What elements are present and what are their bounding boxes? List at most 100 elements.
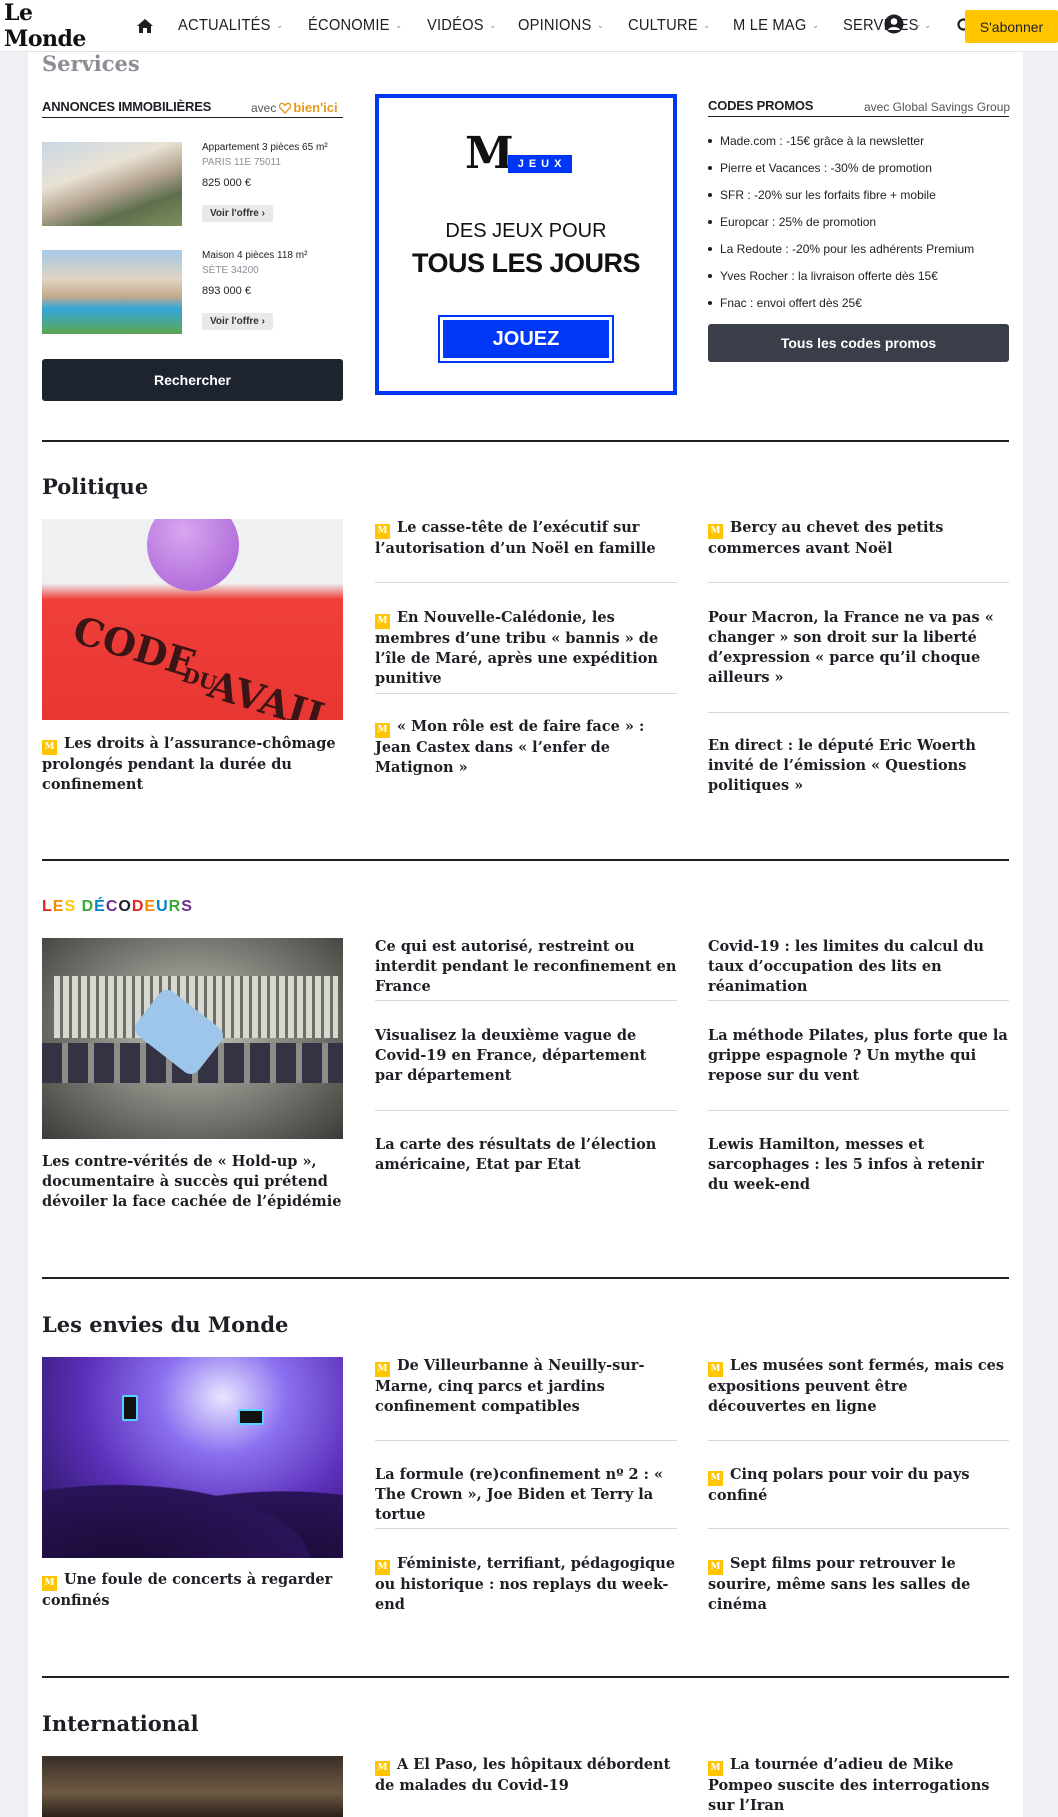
view-offer-button[interactable]: Voir l'offre › — [202, 205, 273, 222]
article-image-mask[interactable] — [42, 938, 343, 1139]
section-title-les-envies-du-monde[interactable]: Les envies du Monde — [42, 1312, 288, 1337]
article-headline[interactable]: M « Mon rôle est de faire face » : Jean C… — [375, 717, 677, 778]
promo-item[interactable]: SFR : -20% sur les forfaits fibre + mobi… — [708, 188, 936, 202]
decodeurs-letter: R — [168, 898, 182, 915]
article-headline[interactable]: M Le casse-tête de l’exécutif sur l’autor… — [375, 518, 677, 559]
play-button[interactable]: JOUEZ — [438, 315, 614, 363]
article-headline[interactable]: En direct : le député Eric Woerth invité… — [708, 736, 1009, 796]
subscribe-button[interactable]: S'abonner — [965, 10, 1058, 43]
listing-title[interactable]: Maison 4 pièces 118 m² — [202, 250, 307, 261]
listing-location: SÈTE 34200 — [202, 265, 259, 276]
chevron-down-icon: ⌄ — [276, 20, 284, 30]
premium-badge-icon: M — [708, 1470, 723, 1486]
decodeurs-label: LES DÉCODEURS — [42, 898, 193, 915]
article-headline[interactable]: M Féministe, terrifiant, pédagogique ou h… — [375, 1554, 677, 1615]
promo-item[interactable]: Europcar : 25% de promotion — [708, 215, 876, 229]
listing-price: 893 000 € — [202, 285, 251, 297]
separator — [708, 1440, 1009, 1441]
separator — [708, 712, 1009, 713]
promo-text: Fnac : envoi offert dès 25€ — [720, 296, 862, 310]
promo-item[interactable]: Made.com : -15€ grâce à la newsletter — [708, 134, 924, 148]
listing-image-house[interactable] — [42, 250, 182, 334]
nav-item-videos[interactable]: VIDÉOS ⌄ — [427, 17, 496, 35]
separator — [375, 582, 677, 583]
nav-item-opinions[interactable]: OPINIONS ⌄ — [518, 17, 604, 35]
article-headline[interactable]: Covid-19 : les limites du calcul du taux… — [708, 937, 1009, 997]
all-promos-button[interactable]: Tous les codes promos — [708, 324, 1009, 362]
article-headline[interactable]: M En Nouvelle-Calédonie, les membres d’un… — [375, 608, 677, 689]
article-headline[interactable]: M La tournée d’adieu de Mike Pompeo susci… — [708, 1755, 1009, 1816]
article-headline[interactable]: M Bercy au chevet des petits commerces av… — [708, 518, 1009, 559]
article-headline[interactable]: La formule (re)confinement nº 2 : « The … — [375, 1465, 677, 1525]
top-navigation: Le Monde ACTUALITÉS ⌄ ÉCONOMIE ⌄ VIDÉOS ⌄ O… — [0, 0, 1058, 52]
listing-title[interactable]: Appartement 3 pièces 65 m² — [202, 142, 328, 153]
partner-prefix: avec — [251, 100, 277, 115]
article-headline[interactable]: M De Villeurbanne à Neuilly-sur-Marne, ci… — [375, 1356, 677, 1417]
section-title-politique[interactable]: Politique — [42, 474, 148, 499]
premium-badge-icon: M — [375, 1559, 390, 1575]
chevron-down-icon: ⌄ — [812, 20, 820, 30]
article-headline[interactable]: La carte des résultats de l’élection amé… — [375, 1135, 677, 1175]
view-offer-button[interactable]: Voir l'offre › — [202, 313, 273, 330]
article-headline[interactable]: Les contre-vérités de « Hold-up », docum… — [42, 1152, 342, 1212]
promos-heading: CODES PROMOS — [708, 98, 814, 113]
nav-item-m-le-mag[interactable]: M LE MAG ⌄ — [733, 17, 819, 35]
promo-item[interactable]: Yves Rocher : la livraison offerte dès 1… — [708, 269, 938, 283]
promo-text: Europcar : 25% de promotion — [720, 215, 877, 229]
article-headline[interactable]: M Sept films pour retrouver le sourire, m… — [708, 1554, 1009, 1615]
listing-price: 825 000 € — [202, 177, 251, 189]
decodeurs-letter: C — [105, 898, 119, 915]
article-image-concert[interactable] — [42, 1357, 343, 1558]
nav-item-label: OPINIONS — [518, 16, 592, 34]
bullet-icon — [708, 274, 712, 278]
article-headline[interactable]: M Les musées sont fermés, mais ces exposi… — [708, 1356, 1009, 1417]
nav-item-actualites[interactable]: ACTUALITÉS ⌄ — [178, 17, 283, 35]
nav-item-label: ACTUALITÉS — [178, 16, 271, 34]
article-headline[interactable]: M Une foule de concerts à regarder confin… — [42, 1570, 342, 1611]
virus-ball-shape — [147, 519, 239, 591]
phone-shape — [238, 1409, 264, 1425]
nav-item-economie[interactable]: ÉCONOMIE ⌄ — [308, 17, 402, 35]
article-headline[interactable]: Ce qui est autorisé, restreint ou interd… — [375, 937, 677, 997]
site-logo[interactable]: Le Monde — [4, 0, 112, 52]
promo-item[interactable]: Fnac : envoi offert dès 25€ — [708, 296, 862, 310]
premium-badge-icon: M — [375, 1361, 390, 1377]
article-headline[interactable]: Visualisez la deuxième vague de Covid-19… — [375, 1026, 677, 1086]
separator — [375, 1528, 677, 1529]
listing-location: PARIS 11E 75011 — [202, 157, 281, 168]
crowd-silhouette-shape — [42, 1472, 343, 1558]
article-headline[interactable]: M Cinq polars pour voir du pays confiné — [708, 1465, 1009, 1506]
article-headline[interactable]: La méthode Pilates, plus forte que la gr… — [708, 1026, 1009, 1086]
home-icon[interactable] — [128, 11, 162, 41]
premium-badge-icon: M — [375, 613, 390, 629]
immo-partner[interactable]: avec bien'ici — [251, 100, 338, 115]
jeux-ad[interactable]: M JEUX DES JEUX POUR TOUS LES JOURS JOUE… — [375, 94, 677, 395]
article-headline[interactable]: Pour Macron, la France ne va pas « chang… — [708, 608, 1009, 688]
promo-item[interactable]: Pierre et Vacances : -30% de promotion — [708, 161, 932, 175]
separator — [375, 693, 677, 694]
chevron-down-icon: ⌄ — [924, 20, 932, 30]
separator — [708, 582, 1009, 583]
account-menu[interactable]: ⌄ — [884, 14, 922, 34]
bullet-icon — [708, 247, 712, 251]
article-image-international[interactable] — [42, 1756, 343, 1817]
section-title-international[interactable]: International — [42, 1711, 199, 1736]
article-image-code-du-travail[interactable]: CODE DU AVAIL — [42, 519, 343, 720]
ad-headline-1: DES JEUX POUR — [445, 220, 607, 242]
premium-badge-icon: M — [42, 739, 57, 755]
listing-image-apartment[interactable] — [42, 142, 182, 226]
decodeurs-letter: E — [144, 898, 157, 915]
article-headline[interactable]: Lewis Hamilton, messes et sarcophages : … — [708, 1135, 1009, 1195]
promo-item[interactable]: La Redoute : -20% pour les adhérents Pre… — [708, 242, 974, 256]
search-listings-button[interactable]: Rechercher — [42, 359, 343, 401]
article-headline[interactable]: MA El Paso, les hôpitaux débordent de ma… — [375, 1755, 677, 1796]
promo-text: Made.com : -15€ grâce à la newsletter — [720, 134, 925, 148]
image-text: CODE — [68, 606, 202, 687]
promos-partner[interactable]: avec Global Savings Group — [864, 100, 1010, 114]
premium-badge-icon: M — [375, 523, 390, 539]
m-logo: M — [465, 128, 514, 179]
article-headline[interactable]: M Les droits à l’assurance-chômage prolon… — [42, 734, 342, 795]
section-rule — [42, 1676, 1009, 1678]
section-title-les-decodeurs[interactable]: LES DÉCODEURS — [42, 898, 193, 916]
nav-item-culture[interactable]: CULTURE ⌄ — [628, 17, 710, 35]
